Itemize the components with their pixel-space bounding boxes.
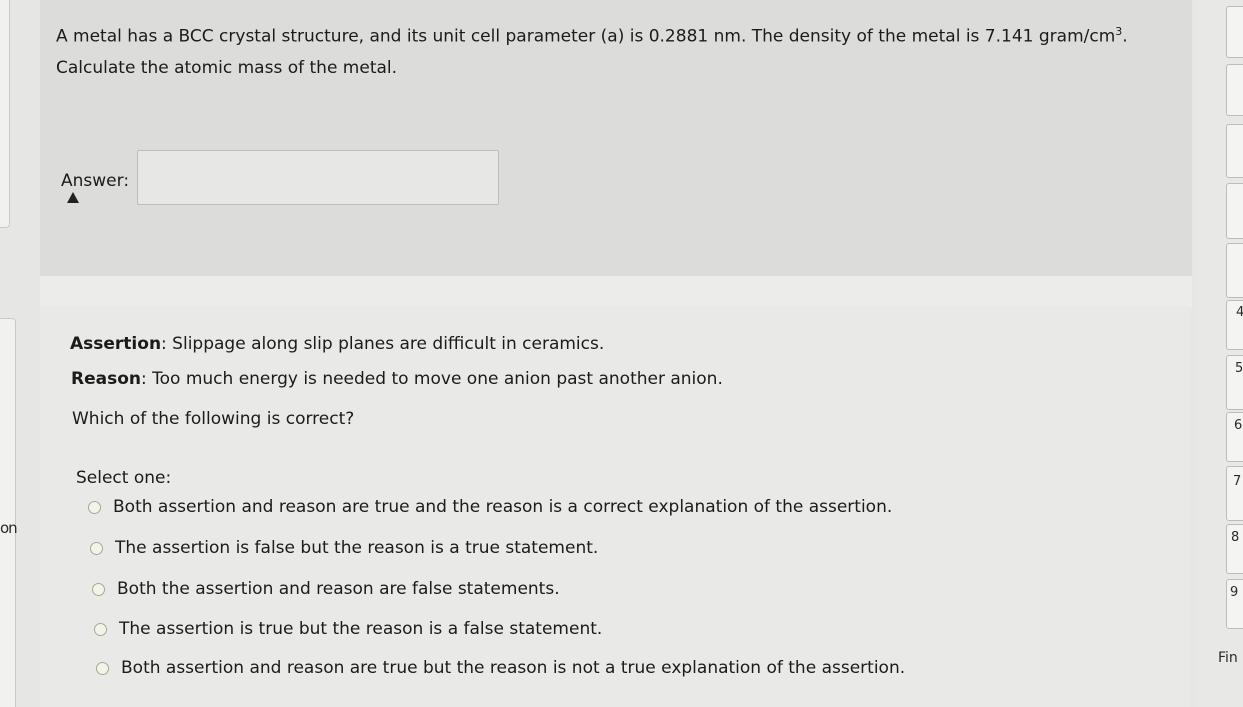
question-2-prompt: Which of the following is correct?	[72, 409, 355, 429]
nav-item-9[interactable]: 7	[1226, 466, 1243, 521]
nav-item-1[interactable]	[1226, 6, 1243, 58]
nav-item-5[interactable]	[1226, 243, 1243, 298]
reason-line: Reason: Too much energy is needed to mov…	[71, 369, 723, 389]
option-3-radio[interactable]	[92, 582, 105, 596]
nav-item-4[interactable]	[1226, 183, 1243, 239]
option-2[interactable]: The assertion is false but the reason is…	[90, 538, 598, 558]
question-1-text-part1: A metal has a BCC crystal structure, and…	[56, 26, 1116, 47]
nav-item-3[interactable]	[1226, 124, 1243, 178]
nav-item-10-number: 8	[1231, 530, 1240, 545]
left-sidebar-card-bottom	[0, 318, 16, 707]
quiz-navigation: 4 5 6 7 8 9 Fin	[1196, 0, 1243, 707]
question-2-panel: Assertion: Slippage along slip planes ar…	[40, 306, 1190, 707]
nav-item-11[interactable]: 9	[1226, 579, 1243, 629]
option-3-label[interactable]: Both the assertion and reason are false …	[117, 579, 560, 599]
left-sidebar-text: on	[0, 519, 18, 537]
nav-item-2[interactable]	[1226, 64, 1243, 116]
assertion-text: : Slippage along slip planes are difficu…	[161, 334, 605, 354]
answer-label: Answer:	[61, 171, 130, 191]
question-1-text: A metal has a BCC crystal structure, and…	[56, 16, 1186, 84]
nav-item-9-number: 7	[1233, 474, 1242, 489]
option-1-label[interactable]: Both assertion and reason are true and t…	[113, 497, 892, 517]
question-divider	[40, 276, 1192, 308]
finish-attempt-link[interactable]: Fin	[1218, 650, 1238, 666]
reason-text: : Too much energy is needed to move one …	[141, 369, 723, 389]
option-5[interactable]: Both assertion and reason are true but t…	[96, 658, 905, 678]
nav-item-11-number: 9	[1230, 585, 1239, 600]
option-2-label[interactable]: The assertion is false but the reason is…	[115, 538, 598, 558]
assertion-label: Assertion	[70, 334, 162, 354]
nav-item-7-number: 5	[1235, 361, 1243, 376]
option-1-radio[interactable]	[88, 500, 101, 514]
question-1-panel: A metal has a BCC crystal structure, and…	[40, 0, 1192, 280]
quiz-page: on A metal has a BCC crystal structure, …	[0, 0, 1243, 707]
nav-item-6[interactable]: 4	[1226, 300, 1243, 350]
nav-item-6-number: 4	[1236, 305, 1243, 320]
option-4-label[interactable]: The assertion is true but the reason is …	[119, 619, 602, 639]
option-4[interactable]: The assertion is true but the reason is …	[94, 619, 602, 639]
option-5-radio[interactable]	[96, 661, 109, 675]
select-one-label: Select one:	[76, 468, 172, 488]
nav-item-7[interactable]: 5	[1226, 355, 1243, 410]
left-sidebar-card-top	[0, 0, 10, 228]
option-3[interactable]: Both the assertion and reason are false …	[92, 579, 560, 599]
option-5-label[interactable]: Both assertion and reason are true but t…	[121, 658, 905, 678]
option-2-radio[interactable]	[90, 541, 103, 555]
mouse-cursor-icon	[67, 192, 79, 203]
answer-input[interactable]	[137, 150, 499, 205]
option-1[interactable]: Both assertion and reason are true and t…	[88, 497, 892, 517]
nav-item-8[interactable]: 6	[1226, 412, 1243, 462]
nav-item-8-number: 6	[1234, 418, 1243, 433]
nav-item-10[interactable]: 8	[1226, 524, 1243, 574]
option-4-radio[interactable]	[94, 622, 107, 636]
reason-label: Reason	[71, 369, 141, 389]
assertion-line: Assertion: Slippage along slip planes ar…	[70, 334, 604, 354]
